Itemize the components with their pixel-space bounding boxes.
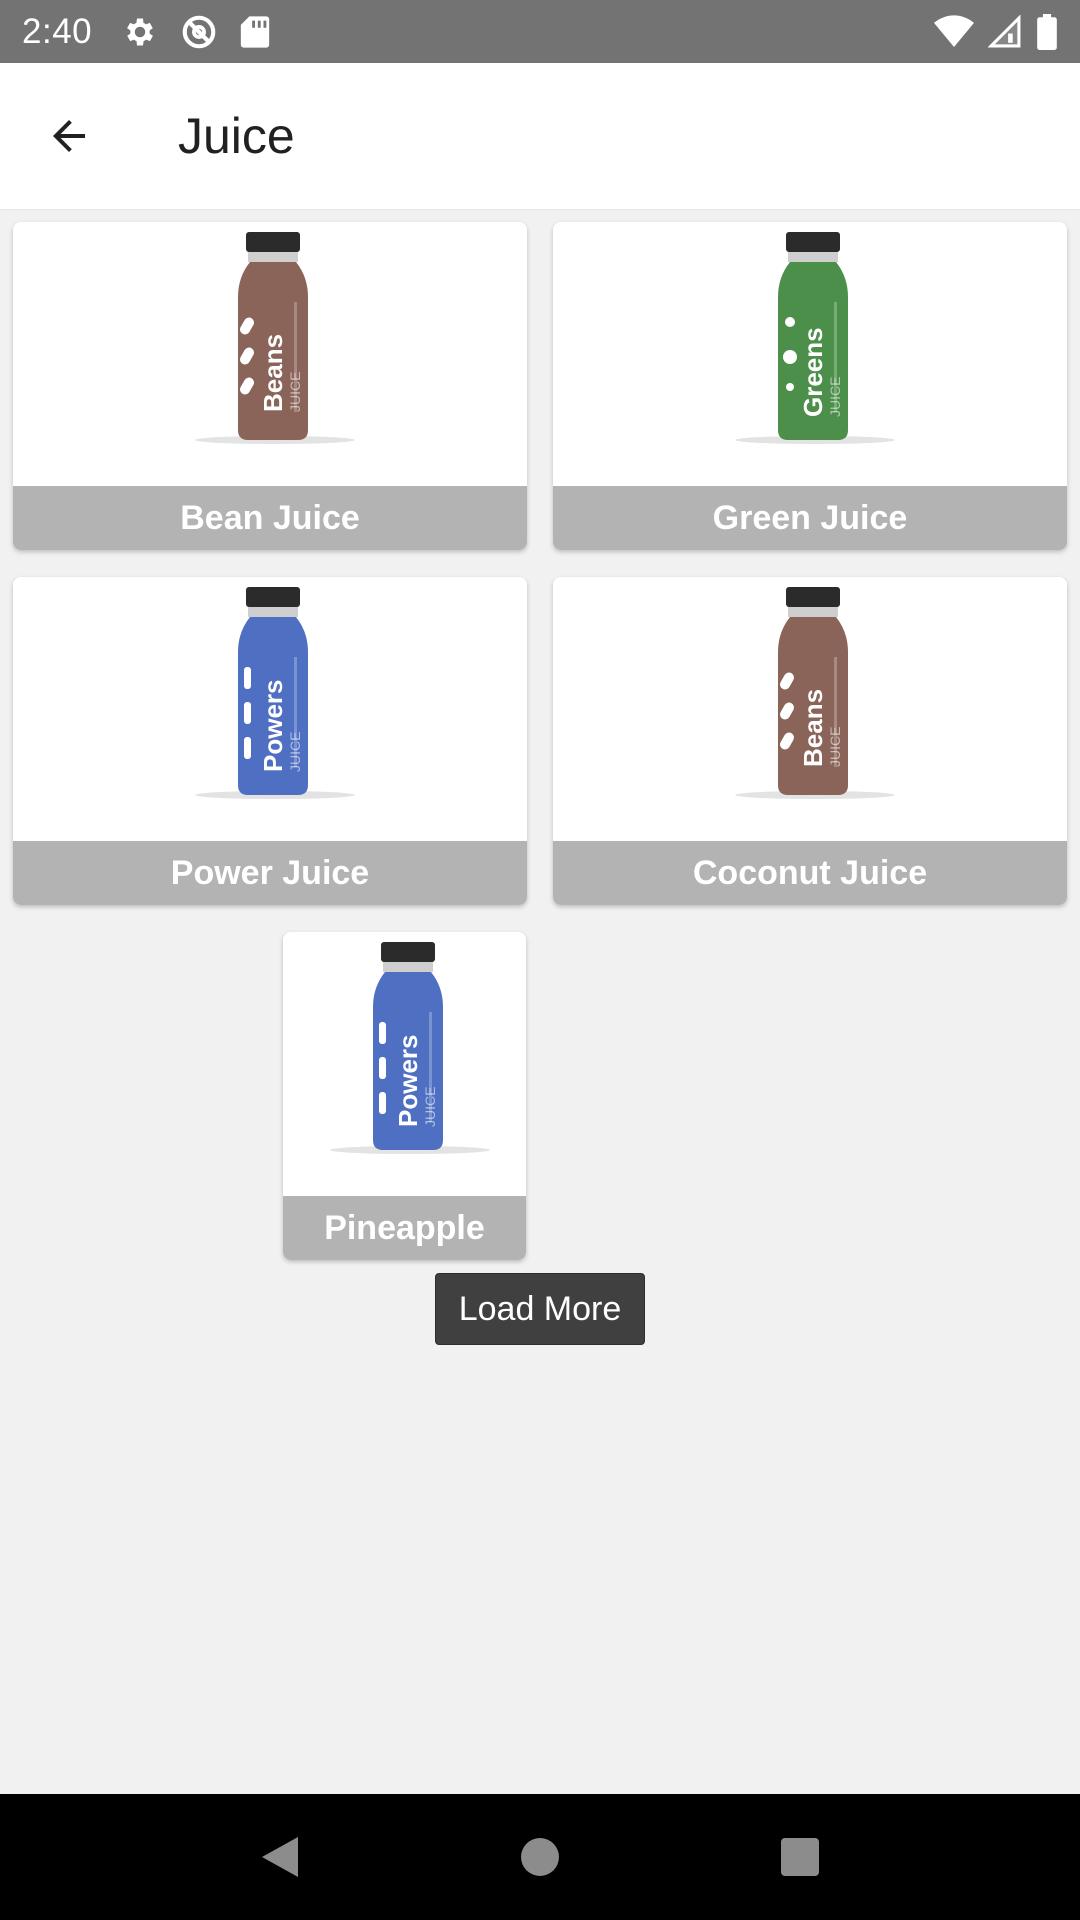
juice-bottle-image: Powers JUICE [329,942,490,1154]
product-label: Power Juice [13,841,527,905]
recents-square-icon [781,1838,819,1876]
status-left-icons [122,13,270,51]
product-image: Beans JUICE [13,222,527,486]
nav-recents-button[interactable] [755,1812,845,1902]
product-label: Coconut Juice [553,841,1067,905]
sync-icon [180,13,218,51]
arrow-back-icon [53,120,85,152]
svg-text:Greens: Greens [798,327,828,417]
juice-bottle-image: Powers JUICE [195,587,355,799]
home-circle-icon [521,1838,559,1876]
nav-back-button[interactable] [235,1812,325,1902]
product-card-pineapple[interactable]: Powers JUICE Pineapple [283,932,526,1260]
product-card-coconut-juice[interactable]: Beans JUICE Coconut Juice [553,577,1067,905]
status-bar: 2:40 [0,0,1080,63]
back-button[interactable] [14,81,124,191]
nav-home-button[interactable] [495,1812,585,1902]
wifi-icon [934,14,974,49]
svg-text:JUICE: JUICE [827,727,843,767]
settings-icon [122,14,158,50]
product-card-power-juice[interactable]: Powers JUICE Power Juice [13,577,527,905]
svg-text:Powers: Powers [258,680,288,773]
svg-text:Beans: Beans [798,689,828,767]
signal-icon [988,14,1022,49]
svg-text:Beans: Beans [258,334,288,412]
sd-card-icon [240,15,270,49]
product-image: Beans JUICE [553,577,1067,841]
product-image: Powers JUICE [13,577,527,841]
product-image: Powers JUICE [283,932,526,1196]
product-label: Green Juice [553,486,1067,550]
status-time: 2:40 [22,11,93,51]
status-right-icons [934,13,1058,50]
system-nav-bar [0,1794,1080,1920]
product-image: Greens JUICE [553,222,1067,486]
svg-text:JUICE: JUICE [422,1087,438,1127]
page-title: Juice [178,108,295,164]
juice-bottle-image: Greens JUICE [735,232,895,444]
svg-text:Powers: Powers [393,1035,423,1128]
product-label: Bean Juice [13,486,527,550]
back-triangle-icon [262,1837,298,1877]
battery-icon [1036,13,1058,50]
load-more-button[interactable]: Load More [435,1273,645,1345]
product-label: Pineapple [283,1196,526,1260]
juice-bottle-image: Beans JUICE [195,232,355,444]
svg-text:JUICE: JUICE [287,372,303,412]
svg-text:JUICE: JUICE [287,732,303,772]
app-bar: Juice [0,63,1080,210]
product-card-green-juice[interactable]: Greens JUICE Green Juice [553,222,1067,550]
product-card-bean-juice[interactable]: Beans JUICE Bean Juice [13,222,527,550]
svg-text:JUICE: JUICE [827,377,843,417]
juice-bottle-image: Beans JUICE [735,587,895,799]
